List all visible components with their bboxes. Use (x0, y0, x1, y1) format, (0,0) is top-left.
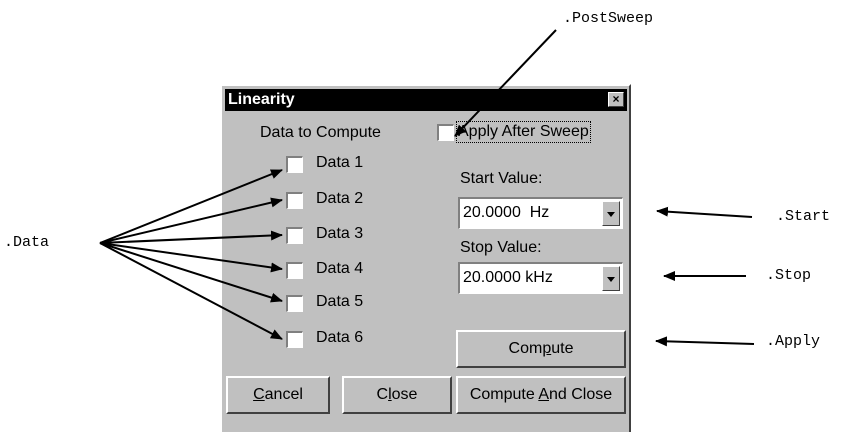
stop-value-combo[interactable]: 20.0000 kHz (458, 262, 623, 294)
stop-value-label: Stop Value: (460, 239, 542, 256)
data-2-checkbox[interactable] (286, 192, 303, 209)
start-arrow (656, 206, 753, 218)
stop-value-text: 20.0000 kHz (463, 269, 553, 286)
compute-label-post: ute (551, 340, 574, 357)
callout-postsweep: .PostSweep (563, 10, 654, 27)
data-4-checkbox[interactable] (286, 262, 303, 279)
close-icon[interactable]: × (608, 92, 624, 107)
callout-start: .Start (776, 208, 831, 225)
callout-apply: .Apply (766, 333, 821, 350)
data-1-label: Data 1 (316, 154, 364, 171)
start-value-label: Start Value: (460, 170, 543, 187)
close-button[interactable]: Close (342, 376, 452, 414)
data-to-compute-heading: Data to Compute (260, 124, 381, 141)
compute-close-accel: A (538, 386, 549, 403)
data-2-label: Data 2 (316, 190, 364, 207)
data-1-checkbox[interactable] (286, 156, 303, 173)
window-title: Linearity (228, 91, 295, 108)
chevron-down-icon (607, 212, 615, 217)
stop-dropdown-button[interactable] (602, 266, 620, 291)
title-bar[interactable]: Linearity × (225, 89, 627, 111)
compute-label-pre: Com (508, 340, 543, 357)
data-5-label: Data 5 (316, 293, 364, 310)
apply-after-sweep-label[interactable]: Apply After Sweep (456, 121, 591, 143)
cancel-label-post: ancel (264, 386, 303, 403)
compute-close-label-post: nd Close (549, 386, 613, 403)
apply-arrow (655, 336, 755, 347)
close-label-post: ose (391, 386, 418, 403)
compute-button[interactable]: Compute (456, 330, 626, 368)
cancel-accel: C (253, 386, 265, 403)
data-6-label: Data 6 (316, 329, 364, 346)
compute-and-close-button[interactable]: Compute And Close (456, 376, 626, 414)
data-5-checkbox[interactable] (286, 295, 303, 312)
start-dropdown-button[interactable] (602, 201, 620, 226)
cancel-button[interactable]: Cancel (226, 376, 330, 414)
close-label-pre: C (376, 386, 389, 403)
apply-after-sweep-checkbox[interactable] (437, 124, 454, 141)
data-4-label: Data 4 (316, 260, 364, 277)
callout-stop: .Stop (766, 267, 812, 284)
data-3-label: Data 3 (316, 225, 364, 242)
start-value-text: 20.0000 Hz (463, 204, 550, 221)
chevron-down-icon (607, 277, 615, 282)
linearity-dialog: Linearity × Data to Compute Data 1 Data … (220, 84, 631, 432)
data-6-checkbox[interactable] (286, 331, 303, 348)
compute-close-label-pre: Compute (469, 386, 539, 403)
callout-data: .Data (4, 234, 50, 251)
start-value-combo[interactable]: 20.0000 Hz (458, 197, 623, 229)
compute-accel: p (542, 340, 552, 357)
data-3-checkbox[interactable] (286, 227, 303, 244)
